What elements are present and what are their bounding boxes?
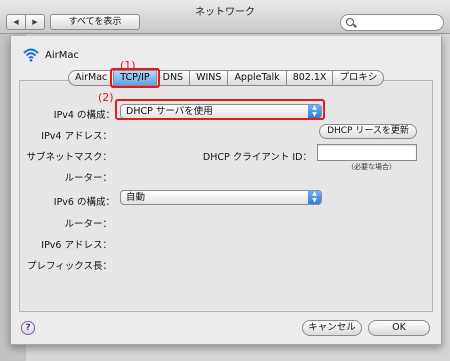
ipv4-config-label: IPv4 の構成： [53,110,115,121]
tab-dns[interactable]: DNS [156,70,191,86]
ipv4-config-popup[interactable]: DHCP サーバを使用 ▲ ▼ [120,104,322,119]
subnet-mask-label: サブネットマスク： [26,152,112,163]
tab-wins[interactable]: WINS [190,70,229,86]
dhcp-client-id-label: DHCP クライアント ID： [202,152,312,163]
wifi-icon [23,48,39,62]
annotation-2: (2) [98,91,114,104]
ipv6-config-popup[interactable]: 自動 ▲ ▼ [120,190,322,205]
ipv6-address-label: IPv6 アドレス： [41,240,112,251]
tab-appletalk[interactable]: AppleTalk [228,70,287,86]
prefix-length-label: プレフィックス長： [26,261,112,272]
cancel-button[interactable]: キャンセル [302,320,362,336]
tab-bar: AirMac TCP/IP DNS WINS AppleTalk 802.1X … [68,70,385,86]
help-button[interactable]: ? [21,321,35,335]
ipv4-address-label: IPv4 アドレス： [41,131,112,142]
ipv4-router-label: ルーター： [64,173,112,184]
ipv4-config-value: DHCP サーバを使用 [126,106,213,117]
ipv6-router-label: ルーター： [64,219,112,230]
search-input[interactable] [340,14,444,31]
ok-button[interactable]: OK [368,320,430,336]
ipv6-config-label: IPv6 の構成： [53,197,115,208]
forward-button[interactable]: ▶ [25,14,45,30]
tcpip-sheet: AirMac AirMac TCP/IP DNS WINS AppleTalk … [10,36,442,345]
window-titlebar: ネットワーク ◀ ▶ すべてを表示 [0,0,450,34]
device-name: AirMac [45,50,79,61]
popup-arrows-icon: ▲ ▼ [308,190,321,204]
renew-dhcp-lease-button[interactable]: DHCP リースを更新 [319,124,417,139]
tab-airmac[interactable]: AirMac [68,70,115,86]
tab-8021x[interactable]: 802.1X [286,70,334,86]
dhcp-client-id-field[interactable] [317,144,417,161]
show-all-button[interactable]: すべてを表示 [50,14,140,30]
tab-proxy[interactable]: プロキシ [333,70,385,86]
tab-tcpip[interactable]: TCP/IP [114,70,157,86]
annotation-1: (1) [120,59,136,72]
back-button[interactable]: ◀ [6,14,26,30]
popup-arrows-icon: ▲ ▼ [308,104,321,118]
search-icon [346,18,354,26]
ipv6-config-value: 自動 [126,192,146,203]
client-id-note: （必要な場合） [347,163,396,171]
